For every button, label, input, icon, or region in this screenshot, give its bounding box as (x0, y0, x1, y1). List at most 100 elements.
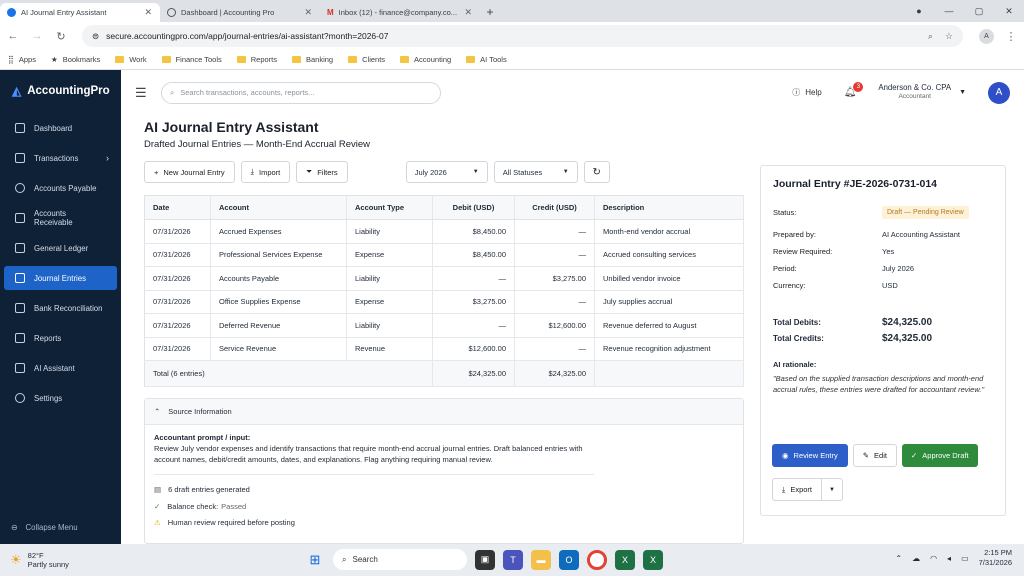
sidebar-item-accounts-receivable[interactable]: Accounts Receivable (4, 206, 117, 230)
edit-button[interactable]: ✎ Edit (852, 444, 897, 467)
new-journal-entry-button[interactable]: + New Journal Entry (144, 161, 235, 183)
notifications-button[interactable]: 🔔︎ 3 (844, 82, 864, 98)
sidebar-item-general-ledger[interactable]: General Ledger (4, 236, 117, 260)
forward-icon[interactable]: → (30, 30, 44, 42)
table-row[interactable]: 07/31/2026 Deferred Revenue Liability — $12,… (144, 313, 744, 338)
table-row[interactable]: 07/31/2026 Service Revenue Revenue $12,600.… (144, 337, 744, 361)
back-icon[interactable]: ← (6, 30, 20, 42)
sidebar-item-dashboard[interactable]: Dashboard (4, 116, 117, 140)
sidebar-item-accounts-payable[interactable]: Accounts Payable (4, 176, 117, 200)
task-view-icon[interactable]: ▣ (475, 549, 495, 570)
import-button[interactable]: ⤓ Import (240, 161, 291, 183)
cell-type: Liability (346, 219, 433, 244)
record-icon[interactable]: ● (904, 6, 934, 16)
url-field[interactable]: ⊜ secure.accountingpro.com/app/journal-e… (82, 25, 963, 47)
bookmark-folder[interactable]: Clients (348, 55, 385, 64)
avatar[interactable]: A (988, 81, 1010, 104)
chevron-up-icon[interactable]: ⌃ (895, 554, 902, 563)
hamburger-menu-icon[interactable]: ☰ (135, 85, 151, 101)
excel-icon[interactable]: X (643, 549, 663, 570)
column-header[interactable]: Account Type (346, 195, 433, 220)
browser-tab-active[interactable]: AI Journal Entry Assistant ✕ (0, 3, 160, 22)
profile-avatar[interactable]: A (979, 28, 994, 44)
status-select[interactable]: All Statuses ▼ (493, 161, 578, 183)
chrome-icon[interactable] (587, 549, 607, 570)
filters-button[interactable]: ⏷ Filters (296, 161, 348, 183)
column-header[interactable]: Debit (USD) (432, 195, 515, 220)
bookmark-apps[interactable]: ⣿ Apps (8, 55, 36, 64)
brand-logo[interactable]: ◭ AccountingPro (0, 70, 121, 116)
column-header[interactable]: Description (594, 195, 744, 220)
more-menu-icon[interactable]: ⋮ (1004, 30, 1018, 43)
table-row[interactable]: 07/31/2026 Professional Services Expense E… (144, 243, 744, 267)
status-row: Status: Draft — Pending Review (773, 204, 993, 221)
gmail-icon: M (327, 8, 334, 17)
bookmark-folder[interactable]: AI Tools (466, 55, 507, 64)
source-information-toggle[interactable]: ⌃ Source Information (145, 399, 743, 425)
browser-tab-strip: AI Journal Entry Assistant ✕ Dashboard |… (0, 0, 1024, 22)
bookmark-folder[interactable]: Accounting (400, 55, 451, 64)
sidebar-item-bank-reconciliation[interactable]: Bank Reconciliation (4, 296, 117, 320)
bookmark-folder[interactable]: Finance Tools (161, 55, 222, 64)
warning-icon: ⚠ (154, 518, 161, 528)
volume-icon[interactable]: ◂ (947, 554, 951, 563)
clock[interactable]: 2:15 PM 7/31/2026 (979, 548, 1012, 568)
column-header[interactable]: Credit (USD) (514, 195, 595, 220)
weather-widget[interactable]: ☀ 82°F Partly sunny (0, 551, 69, 569)
sidebar-item-journal-entries[interactable]: Journal Entries (4, 266, 117, 290)
battery-icon[interactable]: ▭ (961, 554, 969, 563)
column-header[interactable]: Account (210, 195, 347, 220)
refresh-button[interactable]: ↻ (583, 161, 610, 183)
entry-title: Journal Entry #JE-2026-0731-014 (773, 178, 938, 190)
sidebar-item-ai-assistant[interactable]: AI Assistant (4, 356, 117, 380)
button-label: Review Entry (793, 451, 838, 460)
help-button[interactable]: ⓘ Help (792, 87, 821, 98)
excel-icon[interactable]: X (615, 549, 635, 570)
close-tab-icon[interactable]: ✕ (144, 7, 152, 18)
button-label: New Journal Entry (163, 167, 225, 177)
reload-icon[interactable]: ↻ (54, 30, 68, 43)
cell-date: 07/31/2026 (144, 313, 211, 338)
sidebar-item-transactions[interactable]: Transactions › (4, 146, 117, 170)
outlook-icon[interactable]: O (559, 549, 579, 570)
close-tab-icon[interactable]: ✕ (464, 7, 472, 18)
table-row[interactable]: 07/31/2026 Office Supplies Expense Expense… (144, 290, 744, 314)
zoom-icon[interactable]: ⌕ (928, 31, 933, 42)
cloud-icon[interactable]: ☁ (912, 554, 920, 563)
user-role: Accountant (898, 93, 931, 101)
sidebar-item-reports[interactable]: Reports (4, 326, 117, 350)
rationale-text: "Based on the supplied transaction descr… (773, 374, 985, 395)
file-explorer-icon[interactable]: ▬ (531, 549, 551, 570)
period-select[interactable]: July 2026 ▼ (405, 161, 488, 183)
wifi-icon[interactable]: ◠ (930, 554, 937, 563)
teams-icon[interactable]: T (503, 549, 523, 570)
collapse-menu-button[interactable]: ⊖ Collapse Menu (11, 523, 78, 532)
close-tab-icon[interactable]: ✕ (304, 7, 312, 18)
taskbar-search[interactable]: ⌕ Search (333, 549, 467, 570)
minimize-icon[interactable]: — (934, 6, 964, 16)
search-input[interactable]: ⌕ Search transactions, accounts, reports… (161, 81, 441, 104)
sidebar-item-settings[interactable]: Settings (4, 386, 117, 410)
browser-tab[interactable]: Dashboard | Accounting Pro ✕ (160, 3, 320, 22)
close-window-icon[interactable]: ✕ (994, 6, 1024, 17)
approve-draft-button[interactable]: ✓ Approve Draft (901, 444, 978, 467)
export-button[interactable]: ⤓ Export (772, 478, 823, 501)
table-header-row: Date Account Account Type Debit (USD) Cr… (144, 195, 744, 220)
star-icon[interactable]: ☆ (945, 31, 953, 42)
column-header[interactable]: Date (144, 195, 211, 220)
new-tab-button[interactable]: + (480, 5, 500, 19)
browser-tab[interactable]: M Inbox (12) - finance@company.co... ✕ (320, 3, 480, 22)
account-menu[interactable]: Anderson & Co. CPA Accountant ▼ (878, 83, 966, 102)
export-dropdown[interactable]: ▼ (822, 478, 843, 501)
maximize-icon[interactable]: ▢ (964, 6, 994, 17)
bookmark-folder[interactable]: Banking (292, 55, 333, 64)
table-row[interactable]: 07/31/2026 Accounts Payable Liability — $3,2… (144, 266, 744, 291)
windows-start-icon[interactable]: ⊞ (305, 550, 325, 570)
table-row[interactable]: 07/31/2026 Accrued Expenses Liability $8,45… (144, 219, 744, 244)
bookmark-folder[interactable]: Reports (236, 55, 277, 64)
site-info-icon[interactable]: ⊜ (92, 31, 99, 42)
review-entry-button[interactable]: ◉ Review Entry (772, 444, 848, 467)
cell-credit: $3,275.00 (514, 266, 595, 291)
bookmark-bookmarks[interactable]: ★ Bookmarks (51, 55, 100, 64)
bookmark-folder[interactable]: Work (115, 55, 147, 64)
